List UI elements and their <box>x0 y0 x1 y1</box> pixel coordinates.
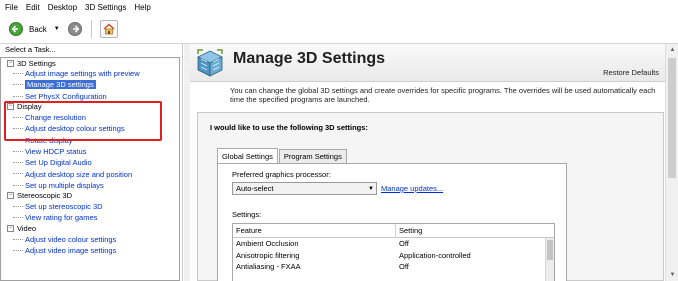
tree-item-manage-3d-settings[interactable]: Manage 3D settings <box>1 79 179 90</box>
global-settings-panel: Preferred graphics processor: Auto-selec… <box>217 163 567 281</box>
menu-help[interactable]: Help <box>134 3 150 12</box>
tree-item-view-hdcp[interactable]: View HDCP status <box>1 146 179 157</box>
restore-defaults-link[interactable]: Restore Defaults <box>603 68 659 77</box>
settings-section-title: I would like to use the following 3D set… <box>210 123 368 132</box>
tab-global-settings[interactable]: Global Settings <box>217 148 278 163</box>
tree-category-stereoscopic[interactable]: − Stereoscopic 3D <box>1 191 179 201</box>
settings-tabs: Global Settings Program Settings <box>217 148 348 163</box>
page-description: You can change the global 3D settings an… <box>230 86 656 104</box>
tree-item-change-resolution[interactable]: Change resolution <box>1 112 179 123</box>
toolbar: Back ▼ <box>0 15 678 44</box>
page-title: Manage 3D Settings <box>233 50 386 67</box>
toolbar-separator <box>90 20 92 38</box>
tree-item-multiple-displays[interactable]: Set up multiple displays <box>1 180 179 191</box>
content-scrollbar[interactable]: ▲ ▼ <box>665 44 678 281</box>
back-button-label[interactable]: Back <box>29 25 47 34</box>
collapse-toggle-icon[interactable]: − <box>7 59 14 67</box>
forward-arrow-icon[interactable] <box>67 22 82 36</box>
settings-label: Settings: <box>232 210 262 219</box>
back-arrow-icon[interactable] <box>9 22 23 36</box>
tree-item-rotate-display[interactable]: Rotate display <box>1 134 179 145</box>
menu-bar: File Edit Desktop 3D Settings Help <box>0 0 678 15</box>
menu-edit[interactable]: Edit <box>26 3 40 12</box>
grid-header-setting[interactable]: Setting <box>396 226 554 235</box>
preferred-gpu-label: Preferred graphics processor: <box>232 170 331 179</box>
grid-scrollbar-thumb[interactable] <box>547 240 553 260</box>
table-row[interactable]: Antialiasing - FXAA Off <box>233 261 554 273</box>
grid-header-feature[interactable]: Feature <box>233 224 396 237</box>
table-row[interactable]: Ambient Occlusion Off <box>233 238 554 250</box>
content-scrollbar-thumb[interactable] <box>668 58 676 178</box>
collapse-toggle-icon[interactable]: − <box>7 225 14 233</box>
preferred-gpu-value: Auto-select <box>236 184 274 193</box>
task-panel-header: Select a Task... <box>5 45 56 54</box>
task-tree: −3D Settings Adjust image settings with … <box>0 57 180 281</box>
content-panel: Manage 3D Settings Restore Defaults You … <box>190 44 678 281</box>
menu-3d-settings[interactable]: 3D Settings <box>85 3 126 12</box>
settings-frame: I would like to use the following 3D set… <box>197 112 664 281</box>
task-panel: Select a Task... −3D Settings Adjust ima… <box>0 44 183 281</box>
grid-scrollbar[interactable] <box>545 238 554 281</box>
tree-item-view-rating[interactable]: View rating for games <box>1 212 179 223</box>
scroll-up-icon[interactable]: ▲ <box>666 44 678 56</box>
tree-category-video[interactable]: − Video <box>1 224 179 234</box>
tree-item-adjust-desktop-colour[interactable]: Adjust desktop colour settings <box>1 123 179 134</box>
tree-item-video-image[interactable]: Adjust video image settings <box>1 245 179 256</box>
menu-desktop[interactable]: Desktop <box>48 3 77 12</box>
tree-item-digital-audio[interactable]: Set Up Digital Audio <box>1 157 179 168</box>
tree-category-3d-settings[interactable]: −3D Settings <box>1 58 179 68</box>
scroll-down-icon[interactable]: ▼ <box>666 269 678 281</box>
page-banner: Manage 3D Settings Restore Defaults <box>190 44 665 82</box>
preferred-gpu-select[interactable]: Auto-select ▼ <box>232 182 377 195</box>
tab-program-settings[interactable]: Program Settings <box>278 149 347 163</box>
chevron-down-icon: ▼ <box>368 185 374 192</box>
home-icon[interactable] <box>99 20 118 38</box>
manage-updates-link[interactable]: Manage updates... <box>381 184 443 193</box>
grid-header-row: Feature Setting <box>233 224 554 238</box>
tree-item-video-colour[interactable]: Adjust video colour settings <box>1 234 179 245</box>
tree-item-set-physx[interactable]: Set PhysX Configuration <box>1 91 179 102</box>
collapse-toggle-icon[interactable]: − <box>7 192 14 200</box>
table-row[interactable]: Anisotropic filtering Application-contro… <box>233 250 554 262</box>
tree-item-desktop-size[interactable]: Adjust desktop size and position <box>1 168 179 179</box>
tree-item-setup-stereoscopic[interactable]: Set up stereoscopic 3D <box>1 201 179 212</box>
back-history-dropdown-icon[interactable]: ▼ <box>54 26 60 32</box>
collapse-toggle-icon[interactable]: − <box>7 103 14 111</box>
tree-item-adjust-image-settings[interactable]: Adjust image settings with preview <box>1 68 179 79</box>
menu-file[interactable]: File <box>5 3 18 12</box>
tree-category-display[interactable]: − Display <box>1 102 179 112</box>
3d-cube-icon <box>197 49 223 77</box>
settings-grid: Feature Setting Ambient Occlusion Off An… <box>232 223 555 281</box>
